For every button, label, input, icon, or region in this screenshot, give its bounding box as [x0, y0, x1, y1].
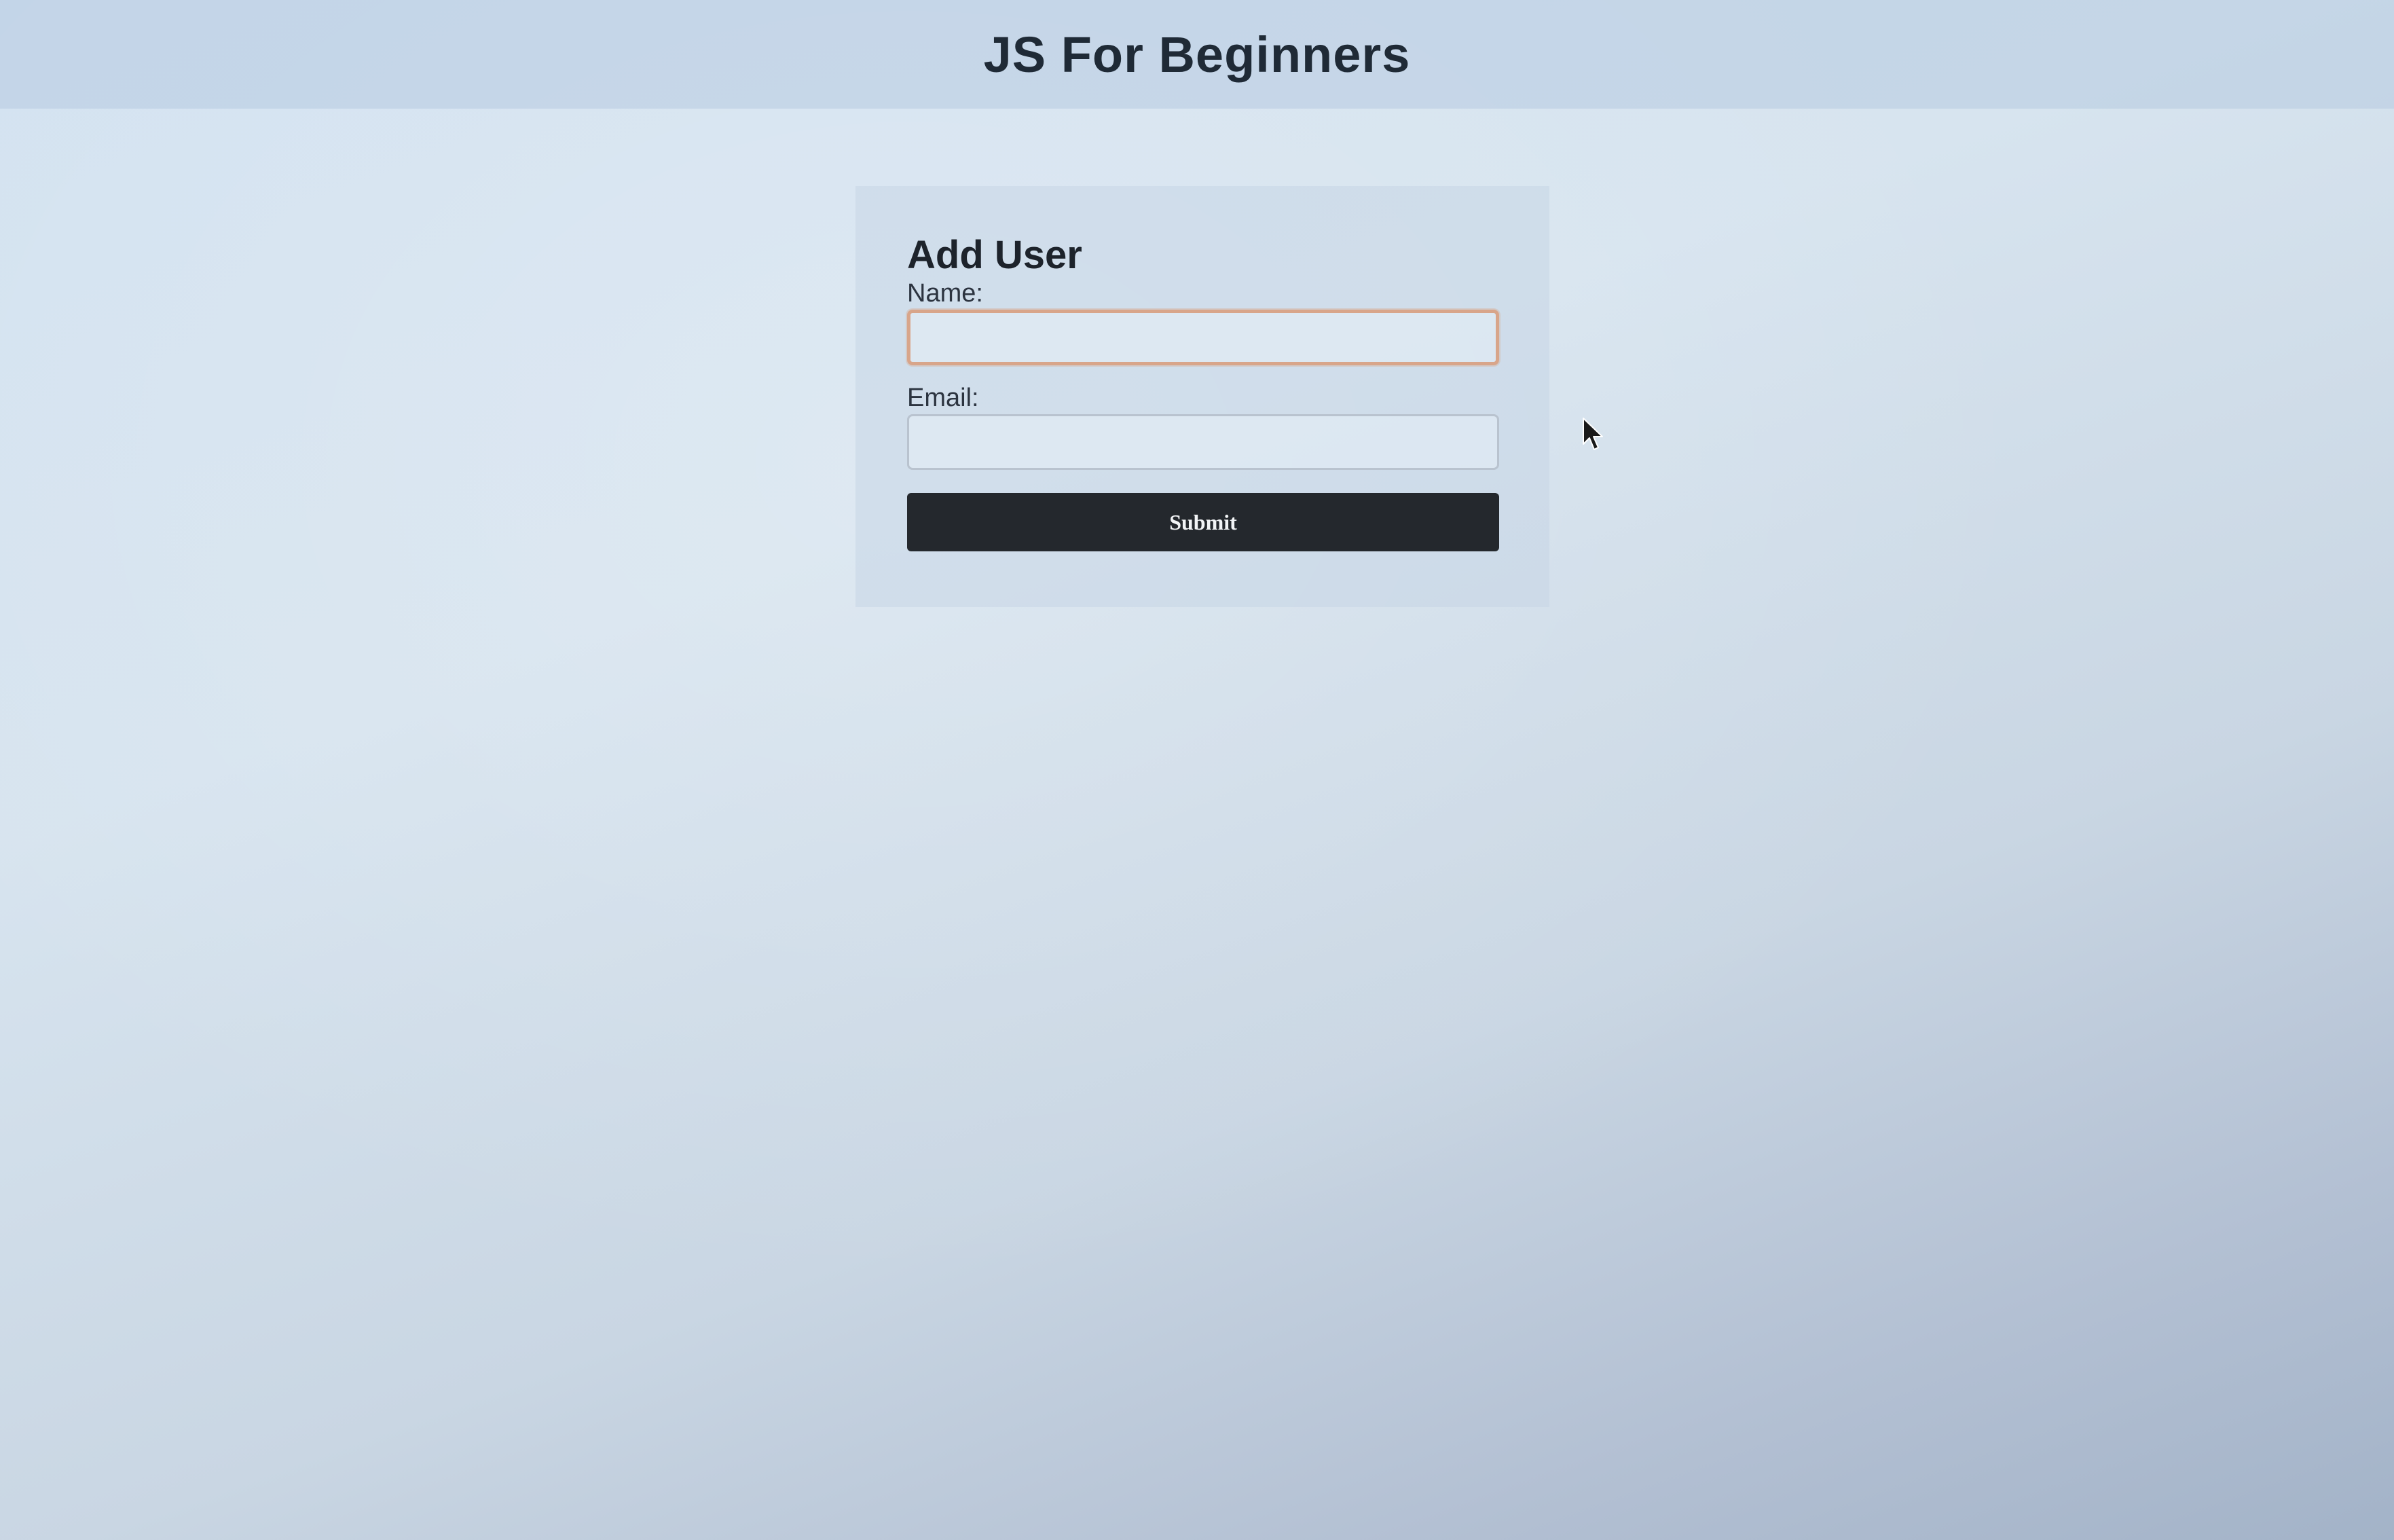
name-label: Name:: [907, 279, 983, 308]
submit-button[interactable]: Submit: [907, 493, 1499, 551]
email-input[interactable]: [907, 414, 1499, 470]
page-header: JS For Beginners: [0, 0, 2394, 109]
page-title: JS For Beginners: [983, 26, 1411, 83]
form-heading: Add User: [907, 233, 1082, 277]
mouse-pointer-icon: [1583, 418, 1603, 450]
email-label: Email:: [907, 384, 979, 412]
name-input[interactable]: [907, 310, 1499, 365]
add-user-form: Add User Name: Email: Submit: [855, 186, 1549, 607]
